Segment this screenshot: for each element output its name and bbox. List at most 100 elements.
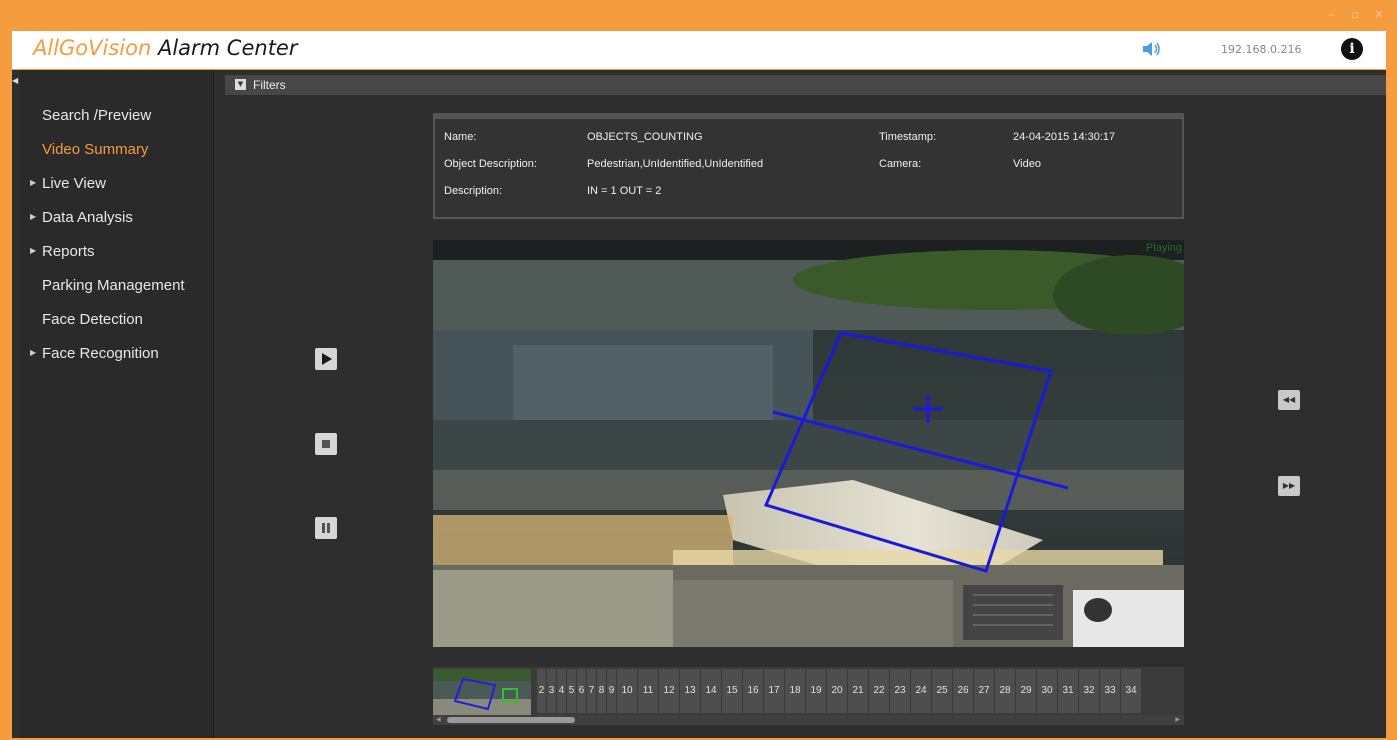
chevron-right-icon: ▶: [30, 212, 37, 221]
object-description-value: Pedestrian,UnIdentified,UnIdentified: [587, 158, 764, 170]
sidebar-item-label: Face Detection: [42, 311, 143, 328]
sidebar-item[interactable]: ▶ Live View: [20, 170, 214, 200]
frame-number[interactable]: 34: [1120, 669, 1141, 713]
fast-forward-icon: ▶▶: [1282, 481, 1296, 490]
name-value: OBJECTS_COUNTING: [587, 131, 703, 143]
timestamp-label: Timestamp:: [879, 131, 937, 143]
frame-number[interactable]: 30: [1036, 669, 1057, 713]
name-label: Name:: [444, 131, 477, 143]
frame-filmstrip: 2 3 4 5 6 7 8 9 10 11 12 13 14 15 16 17 18 19 20 21 22 23 24 25…: [433, 667, 1184, 725]
sidebar-item-label: Parking Management: [42, 277, 185, 294]
frame-number[interactable]: 19: [805, 669, 826, 713]
sidebar-item-label: Search /Preview: [42, 107, 152, 124]
sidebar: Search /Preview Video Summary ▶ Live View ▶ D…: [20, 70, 214, 738]
frame-number[interactable]: 16: [742, 669, 763, 713]
timestamp-value: 24-04-2015 14:30:17: [1013, 131, 1116, 143]
sidebar-item-label: Data Analysis: [42, 209, 133, 226]
sidebar-item[interactable]: Search /Preview: [20, 102, 214, 132]
frame-number[interactable]: 25: [931, 669, 952, 713]
rewind-icon: ◀◀: [1282, 395, 1296, 404]
frame-number[interactable]: 13: [679, 669, 700, 713]
app-title-text: Alarm Center: [151, 36, 298, 60]
sidebar-item-label: Live View: [42, 175, 106, 192]
speaker-icon[interactable]: [1141, 40, 1163, 58]
app-brand: AllGoVision: [33, 36, 152, 60]
chevron-down-icon[interactable]: ▼: [235, 79, 246, 90]
main-area: ◀ Search /Preview Video Summary ▶ Live View…: [12, 70, 1386, 738]
frame-number[interactable]: 11: [637, 669, 658, 713]
video-frame: [433, 240, 1184, 647]
frame-number[interactable]: 32: [1078, 669, 1099, 713]
frame-number[interactable]: 5: [566, 669, 576, 713]
app-title: AllGoVision Alarm Center: [33, 36, 298, 60]
frame-number[interactable]: 8: [596, 669, 606, 713]
camera-label: Camera:: [879, 158, 922, 170]
collapse-sidebar-icon[interactable]: ◀: [12, 76, 19, 96]
frame-number[interactable]: 15: [721, 669, 742, 713]
scrollbar-thumb[interactable]: [447, 717, 575, 723]
frame-number[interactable]: 28: [994, 669, 1015, 713]
frame-number[interactable]: 6: [576, 669, 586, 713]
rewind-button[interactable]: ◀◀: [1278, 390, 1300, 410]
sidebar-item[interactable]: Video Summary: [20, 136, 214, 166]
filmstrip-scrollbar[interactable]: ◀ ▶: [433, 715, 1184, 725]
frame-number[interactable]: 18: [784, 669, 805, 713]
minimize-button[interactable]: –: [1319, 8, 1343, 21]
fast-forward-button[interactable]: ▶▶: [1278, 476, 1300, 496]
frame-number[interactable]: 2: [536, 669, 546, 713]
frame-number[interactable]: 33: [1099, 669, 1120, 713]
scroll-left-icon[interactable]: ◀: [436, 716, 441, 723]
event-details-panel: Name: OBJECTS_COUNTING Object Descriptio…: [433, 113, 1184, 219]
frame-number[interactable]: 31: [1057, 669, 1078, 713]
description-value: IN = 1 OUT = 2: [587, 185, 662, 197]
pause-button[interactable]: [315, 517, 337, 539]
frame-number[interactable]: 27: [973, 669, 994, 713]
stop-button[interactable]: [315, 433, 337, 455]
play-icon: [322, 353, 332, 365]
frame-number[interactable]: 9: [606, 669, 616, 713]
sidebar-item-label: Reports: [42, 243, 95, 260]
title-bar: AllGoVision Alarm Center 192.168.0.216 i: [12, 31, 1386, 69]
frame-number[interactable]: 26: [952, 669, 973, 713]
sidebar-item-label: Face Recognition: [42, 345, 159, 362]
sidebar-item[interactable]: ▶ Reports: [20, 238, 214, 268]
frame-number[interactable]: 3: [546, 669, 556, 713]
server-ip: 192.168.0.216: [1221, 43, 1302, 56]
frame-number[interactable]: 12: [658, 669, 679, 713]
frame-list: 2 3 4 5 6 7 8 9 10 11 12 13 14 15 16 17 18 19 20 21 22 23 24 25…: [536, 669, 1141, 713]
frame-number[interactable]: 10: [616, 669, 637, 713]
scroll-right-icon[interactable]: ▶: [1175, 716, 1180, 723]
video-player[interactable]: Playing: [433, 240, 1184, 647]
object-description-label: Object Description:: [444, 158, 537, 170]
frame-thumbnail[interactable]: [433, 669, 531, 716]
frame-number[interactable]: 4: [556, 669, 566, 713]
playback-status: Playing: [1145, 242, 1182, 254]
description-label: Description:: [444, 185, 503, 197]
app-window: – ▫ ✕ AllGoVision Alarm Center 192.168.0…: [0, 0, 1397, 740]
window-controls: – ▫ ✕: [1319, 8, 1391, 21]
frame-number[interactable]: 29: [1015, 669, 1036, 713]
sidebar-item[interactable]: ▶ Face Recognition: [20, 340, 214, 370]
play-button[interactable]: [315, 348, 337, 370]
filters-label: Filters: [253, 78, 286, 92]
frame-number[interactable]: 20: [826, 669, 847, 713]
frame-number[interactable]: 21: [847, 669, 868, 713]
chevron-right-icon: ▶: [30, 178, 37, 187]
frame-number[interactable]: 23: [889, 669, 910, 713]
sidebar-item[interactable]: ▶ Data Analysis: [20, 204, 214, 234]
filters-bar[interactable]: ▼ Filters: [225, 75, 1386, 95]
pause-icon: [322, 523, 330, 533]
stop-icon: [322, 440, 330, 448]
frame-number[interactable]: 17: [763, 669, 784, 713]
close-button[interactable]: ✕: [1367, 8, 1391, 21]
frame-number[interactable]: 7: [586, 669, 596, 713]
sidebar-item[interactable]: Parking Management: [20, 272, 214, 302]
chevron-right-icon: ▶: [30, 348, 37, 357]
frame-number[interactable]: 22: [868, 669, 889, 713]
frame-number[interactable]: 14: [700, 669, 721, 713]
sidebar-item[interactable]: Face Detection: [20, 306, 214, 336]
info-icon[interactable]: i: [1341, 38, 1363, 60]
frame-number[interactable]: 24: [910, 669, 931, 713]
chevron-right-icon: ▶: [30, 246, 37, 255]
restore-button[interactable]: ▫: [1343, 8, 1367, 21]
